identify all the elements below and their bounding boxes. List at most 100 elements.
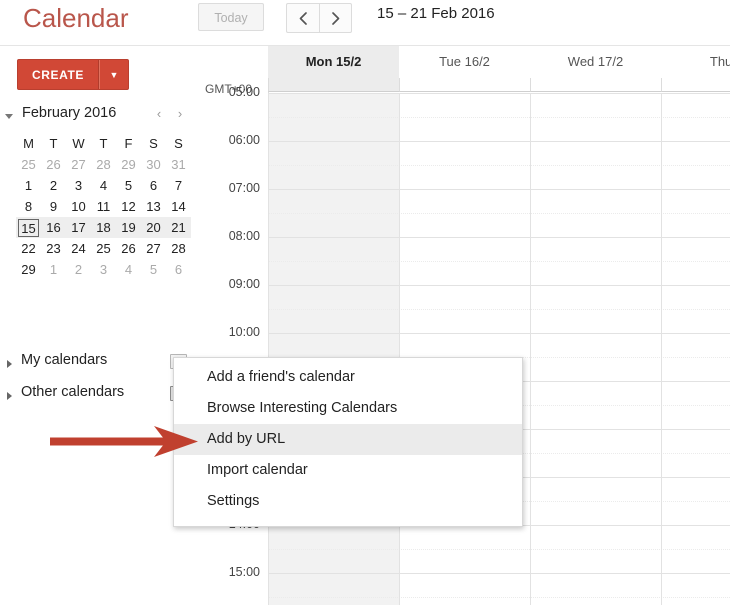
mini-weekday-header: S [174, 136, 183, 151]
hour-row[interactable]: 09:00 [196, 277, 730, 333]
menu-item-4[interactable]: Settings [174, 486, 522, 517]
mini-day-cell[interactable]: 18 [91, 217, 116, 238]
mini-day-number: 28 [171, 241, 186, 256]
mini-day-cell[interactable]: 1 [41, 259, 66, 280]
mini-day-cell[interactable]: 29 [116, 154, 141, 175]
previous-week-button[interactable] [286, 3, 319, 33]
mini-day-cell[interactable]: 14 [166, 196, 191, 217]
hour-label: 08:00 [228, 229, 260, 243]
mini-day-cell[interactable]: 27 [141, 238, 166, 259]
mini-day-cell[interactable]: 26 [41, 154, 66, 175]
mini-day-cell[interactable]: 28 [166, 238, 191, 259]
mini-day-number: 4 [124, 262, 133, 277]
mini-day-cell[interactable]: 10 [66, 196, 91, 217]
today-button[interactable]: Today [198, 3, 264, 31]
mini-calendar-prev-button[interactable]: ‹ [152, 106, 166, 121]
all-day-cell-2[interactable] [530, 78, 661, 92]
mini-day-cell[interactable]: 29 [16, 259, 41, 280]
next-week-button[interactable] [319, 3, 352, 33]
mini-day-number: 14 [171, 199, 186, 214]
menu-item-2[interactable]: Add by URL [174, 424, 522, 455]
mini-day-cell[interactable]: 26 [116, 238, 141, 259]
mini-week-row: 15 16 17 18 19 20 21 [16, 217, 191, 238]
mini-day-cell[interactable]: 17 [66, 217, 91, 238]
mini-day-cell[interactable]: 22 [16, 238, 41, 259]
mini-day-cell[interactable]: 20 [141, 217, 166, 238]
mini-calendar-weeks: 25 26 27 28 29 30 31 1 2 3 4 5 6 7 8 9 10 11 12 13 14 15 16 17 1… [16, 154, 191, 280]
hour-row[interactable]: 07:00 [196, 181, 730, 237]
all-day-cell-0[interactable] [268, 78, 399, 92]
hour-row[interactable]: 06:00 [196, 133, 730, 189]
hour-row[interactable]: 15:00 [196, 565, 730, 605]
create-button[interactable]: CREATE ▼ [17, 59, 129, 90]
mini-day-number: 31 [171, 157, 186, 172]
mini-week-row: 8 9 10 11 12 13 14 [16, 196, 191, 217]
mini-day-cell[interactable]: 24 [66, 238, 91, 259]
mini-day-number: 2 [49, 178, 58, 193]
mini-day-cell[interactable]: 15 [16, 217, 41, 238]
calendar-grid-body[interactable]: 05:0006:0007:0008:0009:0010:0011:0012:00… [196, 85, 730, 605]
other-calendars-dropdown-menu[interactable]: Add a friend's calendar Browse Interestin… [173, 357, 523, 527]
mini-day-number: 27 [146, 241, 161, 256]
mini-day-number: 15 [18, 218, 39, 237]
mini-day-cell[interactable]: 19 [116, 217, 141, 238]
mini-day-cell[interactable]: 31 [166, 154, 191, 175]
mini-day-cell[interactable]: 30 [141, 154, 166, 175]
sidebar-group-my-calendars[interactable]: My calendars [0, 352, 196, 378]
mini-day-cell[interactable]: 3 [66, 175, 91, 196]
mini-day-number: 6 [174, 262, 183, 277]
day-header-3[interactable]: Thu 1 [661, 46, 730, 78]
mini-day-number: 25 [96, 241, 111, 256]
mini-day-cell[interactable]: 16 [41, 217, 66, 238]
mini-day-cell[interactable]: 4 [116, 259, 141, 280]
hour-row[interactable]: 05:00 [196, 85, 730, 141]
mini-day-cell[interactable]: 27 [66, 154, 91, 175]
mini-calendar-next-button[interactable]: › [173, 106, 187, 121]
hour-label: 07:00 [228, 181, 260, 195]
menu-item-0[interactable]: Add a friend's calendar [174, 362, 522, 393]
mini-day-number: 4 [99, 178, 108, 193]
hour-label: 05:00 [228, 85, 260, 99]
menu-item-1[interactable]: Browse Interesting Calendars [174, 393, 522, 424]
mini-day-cell[interactable]: 4 [91, 175, 116, 196]
day-column-separator [661, 93, 662, 605]
menu-item-3[interactable]: Import calendar [174, 455, 522, 486]
mini-calendar: February 2016 ‹ › MTWTFSS 25 26 27 28 29 30 31… [0, 105, 196, 277]
mini-day-cell[interactable]: 3 [91, 259, 116, 280]
mini-day-cell[interactable]: 5 [141, 259, 166, 280]
sidebar-group-other-calendars[interactable]: Other calendars [0, 384, 196, 410]
mini-day-cell[interactable]: 12 [116, 196, 141, 217]
mini-day-cell[interactable]: 9 [41, 196, 66, 217]
mini-calendar-disclosure-icon[interactable] [5, 114, 13, 119]
mini-day-cell[interactable]: 2 [66, 259, 91, 280]
mini-day-number: 5 [124, 178, 133, 193]
mini-day-number: 26 [46, 157, 61, 172]
mini-day-cell[interactable]: 8 [16, 196, 41, 217]
mini-day-cell[interactable]: 11 [91, 196, 116, 217]
all-day-cell-3[interactable] [661, 78, 730, 92]
mini-day-cell[interactable]: 6 [141, 175, 166, 196]
mini-day-cell[interactable]: 25 [91, 238, 116, 259]
mini-day-cell[interactable]: 21 [166, 217, 191, 238]
hour-row[interactable]: 08:00 [196, 229, 730, 285]
mini-day-cell[interactable]: 2 [41, 175, 66, 196]
mini-day-cell[interactable]: 28 [91, 154, 116, 175]
mini-day-cell[interactable]: 5 [116, 175, 141, 196]
hour-row[interactable]: 14:00 [196, 517, 730, 573]
create-dropdown-caret-icon[interactable]: ▼ [99, 60, 128, 89]
mini-day-cell[interactable]: 1 [16, 175, 41, 196]
app-logo: Calendar [23, 3, 129, 33]
mini-day-cell[interactable]: 7 [166, 175, 191, 196]
day-header-1[interactable]: Tue 16/2 [399, 46, 530, 78]
mini-day-cell[interactable]: 6 [166, 259, 191, 280]
mini-day-cell[interactable]: 13 [141, 196, 166, 217]
mini-week-row: 25 26 27 28 29 30 31 [16, 154, 191, 175]
all-day-cell-1[interactable] [399, 78, 530, 92]
mini-day-cell[interactable]: 23 [41, 238, 66, 259]
day-header-0[interactable]: Mon 15/2 [268, 46, 399, 78]
mini-day-number: 3 [74, 178, 83, 193]
mini-day-number: 9 [49, 199, 58, 214]
mini-day-cell[interactable]: 25 [16, 154, 41, 175]
hour-label: 06:00 [228, 133, 260, 147]
day-header-2[interactable]: Wed 17/2 [530, 46, 661, 78]
